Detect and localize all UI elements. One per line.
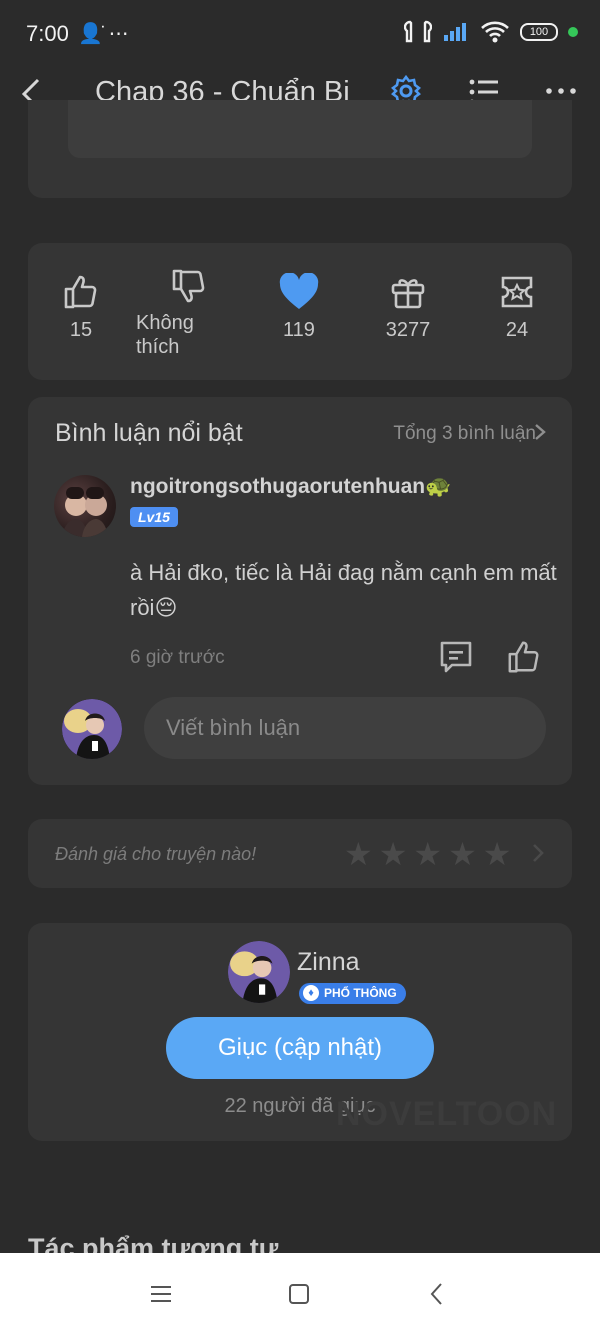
rating-stars[interactable]: ★ ★ ★ ★ ★ [344, 837, 511, 871]
gift-count: 3277 [385, 319, 431, 341]
status-time: 7:00 [26, 21, 69, 46]
comment-like-icon[interactable] [506, 639, 542, 675]
star-icon[interactable]: ★ [483, 837, 512, 871]
comments-total-link[interactable]: Tổng 3 bình luận [393, 423, 536, 445]
diamond-icon: ♦ [303, 985, 319, 1001]
home-icon[interactable] [286, 1281, 312, 1307]
write-comment-input[interactable]: Viết bình luận [144, 697, 546, 759]
author-avatar-photo [228, 941, 290, 1003]
my-avatar-photo [62, 699, 122, 759]
active-dot [568, 27, 578, 37]
system-nav-bar [0, 1253, 600, 1333]
featured-comments-card: Bình luận nổi bật Tổng 3 bình luận ngoit… [28, 397, 572, 785]
author-tier-badge: ♦ PHỔ THÔNG [299, 983, 406, 1004]
signal-icon [444, 23, 466, 41]
reactions-card: 15 Không thích 119 3277 24 [28, 243, 572, 380]
favorite-button[interactable]: 119 [254, 273, 344, 342]
level-badge: Lv15 [130, 507, 178, 527]
star-icon[interactable]: ★ [344, 837, 373, 871]
chevron-right-icon[interactable] [532, 421, 548, 443]
rating-prompt: Đánh giá cho truyện nào! [55, 844, 257, 864]
chevron-right-icon[interactable] [530, 841, 546, 865]
wifi-icon [481, 21, 509, 43]
favorite-count: 119 [283, 319, 315, 341]
gift-icon [391, 279, 425, 309]
like-button[interactable]: 15 [36, 273, 126, 342]
ticket-button[interactable]: 24 [472, 273, 562, 342]
user-add-icon: 👤̇ ⋯ [78, 23, 129, 45]
author-tier-label: PHỔ THÔNG [324, 986, 397, 1000]
gift-button[interactable]: 3277 [363, 273, 453, 342]
commenter-username[interactable]: ngoitrongsothugaorutenhuan🐢 [130, 475, 451, 499]
comments-header: Bình luận nổi bật [55, 419, 243, 447]
ticket-icon [501, 276, 533, 308]
commenter-avatar[interactable] [54, 475, 116, 537]
dislike-label: Không thích [136, 312, 194, 358]
comment-text: à Hải đko, tiếc là Hải đag nằm cạnh em m… [130, 560, 557, 620]
thumbs-down-icon [172, 269, 205, 303]
status-bar: 7:00 👤̇ ⋯ 100 [0, 0, 600, 64]
heart-icon [279, 273, 319, 309]
my-avatar[interactable] [62, 699, 122, 759]
noveltoon-watermark: NOVELTOON [336, 1095, 558, 1133]
menu-icon[interactable] [148, 1281, 174, 1307]
like-count: 15 [69, 319, 93, 341]
thumbs-up-icon [64, 275, 97, 309]
star-icon[interactable]: ★ [448, 837, 477, 871]
back-nav-icon[interactable] [424, 1281, 450, 1307]
chapter-info-card [28, 100, 572, 198]
author-card: Zinna ♦ PHỔ THÔNG Giục (cập nhật) 22 ngư… [28, 923, 572, 1141]
comment-time: 6 giờ trước [130, 647, 225, 668]
urge-update-button[interactable]: Giục (cập nhật) [166, 1017, 434, 1079]
earbuds-icon [404, 20, 432, 43]
ticket-count: 24 [505, 319, 529, 341]
star-icon[interactable]: ★ [413, 837, 442, 871]
chapter-preview[interactable] [68, 100, 532, 158]
rating-card[interactable]: Đánh giá cho truyện nào! ★ ★ ★ ★ ★ [28, 819, 572, 888]
reply-icon[interactable] [438, 639, 474, 675]
author-avatar[interactable] [228, 941, 290, 1003]
commenter-photo [62, 487, 108, 537]
star-icon[interactable]: ★ [379, 837, 408, 871]
author-name[interactable]: Zinna [297, 948, 360, 977]
dislike-button[interactable]: Không thích [136, 267, 216, 359]
battery-icon: 100 [520, 23, 558, 41]
